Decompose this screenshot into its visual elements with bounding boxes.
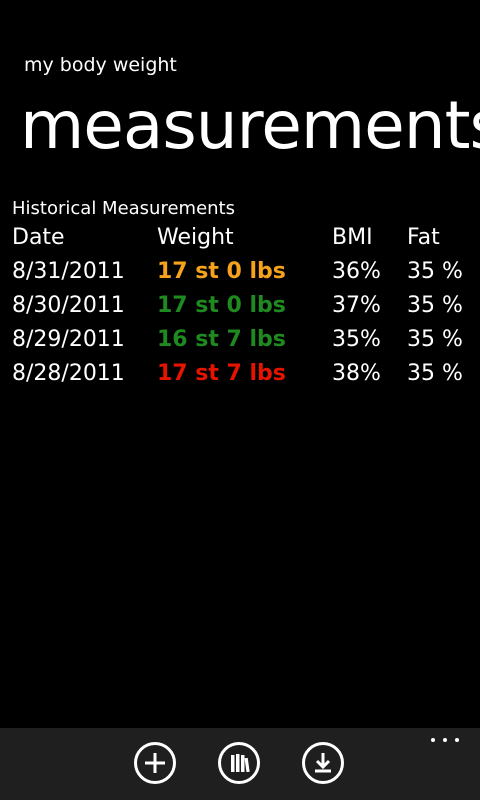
weight-cell: 16 st 7 lbs	[157, 327, 286, 352]
fat-cell: 35 %	[407, 361, 463, 386]
column-header-date: Date	[12, 225, 65, 250]
weight-cell: 17 st 7 lbs	[157, 361, 286, 386]
more-options-button[interactable]	[431, 736, 459, 744]
column-header-fat: Fat	[407, 225, 440, 250]
ellipsis-icon	[455, 738, 459, 742]
date-cell: 8/28/2011	[12, 361, 125, 386]
ellipsis-icon	[443, 738, 447, 742]
date-cell: 8/29/2011	[12, 327, 125, 352]
page-title: measurements	[20, 87, 480, 164]
download-icon	[315, 753, 331, 773]
ellipsis-icon	[431, 738, 435, 742]
fat-cell: 35 %	[407, 293, 463, 318]
date-cell: 8/31/2011	[12, 259, 125, 284]
column-header-weight: Weight	[157, 225, 234, 250]
table-row[interactable]: 8/30/2011 17 st 0 lbs 37% 35 %	[0, 291, 480, 325]
bmi-cell: 36%	[332, 259, 381, 284]
weight-cell: 17 st 0 lbs	[157, 259, 286, 284]
table-row[interactable]: 8/28/2011 17 st 7 lbs 38% 35 %	[0, 359, 480, 393]
column-header-bmi: BMI	[332, 225, 373, 250]
add-measurement-button[interactable]	[134, 742, 176, 784]
weight-cell: 17 st 0 lbs	[157, 293, 286, 318]
bmi-cell: 38%	[332, 361, 381, 386]
app-title: my body weight	[24, 54, 177, 76]
app-bar	[0, 728, 480, 800]
fat-cell: 35 %	[407, 259, 463, 284]
date-cell: 8/30/2011	[12, 293, 125, 318]
library-icon	[231, 754, 250, 773]
bmi-cell: 35%	[332, 327, 381, 352]
add-icon	[145, 753, 165, 773]
table-row[interactable]: 8/31/2011 17 st 0 lbs 36% 35 %	[0, 257, 480, 291]
fat-cell: 35 %	[407, 327, 463, 352]
history-button[interactable]	[218, 742, 260, 784]
table-row[interactable]: 8/29/2011 16 st 7 lbs 35% 35 %	[0, 325, 480, 359]
download-button[interactable]	[302, 742, 344, 784]
section-title: Historical Measurements	[12, 198, 235, 219]
bmi-cell: 37%	[332, 293, 381, 318]
